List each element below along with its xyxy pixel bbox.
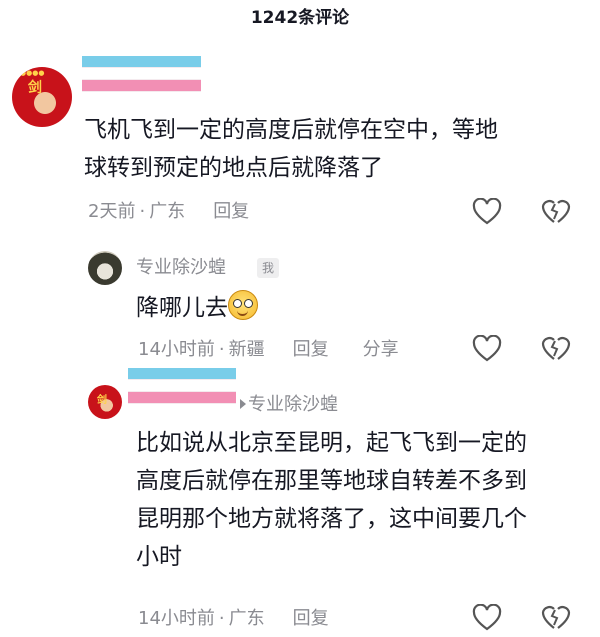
broken-heart-icon[interactable] xyxy=(541,198,571,226)
broken-heart-icon[interactable] xyxy=(541,335,571,363)
comment-location: 广东 xyxy=(228,608,265,629)
comment-location: 新疆 xyxy=(228,339,265,360)
heart-icon[interactable] xyxy=(472,335,502,363)
username-redacted-mask xyxy=(82,56,201,102)
broken-heart-icon[interactable] xyxy=(541,604,571,632)
heart-icon[interactable] xyxy=(472,604,502,632)
reply-arrow-icon xyxy=(240,399,246,409)
author-tag: 我 xyxy=(257,258,280,278)
reply-button[interactable]: 回复 xyxy=(293,339,329,360)
reply-button[interactable]: 回复 xyxy=(293,608,329,629)
comment-time: 14小时前 xyxy=(138,608,215,629)
comments-count-title: 1242条评论 xyxy=(250,8,350,28)
share-button[interactable]: 分享 xyxy=(363,339,399,360)
comment-meta: 14小时前 · 新疆 回复 分享 xyxy=(138,339,399,360)
comment-time: 14小时前 xyxy=(138,339,215,360)
comment-text: 飞机飞到一定的高度后就停在空中，等地 球转到预定的地点后就降落了 xyxy=(84,117,498,181)
reply-button[interactable]: 回复 xyxy=(213,201,249,222)
avatar[interactable]: ●●●● 剑 xyxy=(12,67,72,127)
comment-location: 广东 xyxy=(149,201,186,222)
username[interactable]: 专业除沙蝗 xyxy=(136,256,226,280)
username-redacted-mask xyxy=(128,368,236,412)
smile-emoji-icon xyxy=(228,290,258,320)
heart-icon[interactable] xyxy=(472,198,502,226)
comment-meta: 14小时前 · 广东 回复 xyxy=(138,608,329,629)
comment-text: 降哪儿去 xyxy=(136,289,258,327)
avatar[interactable] xyxy=(88,251,122,285)
comment-meta: 2天前 · 广东 回复 xyxy=(88,201,250,222)
avatar[interactable]: 剑 xyxy=(88,385,122,419)
comment-time: 2天前 xyxy=(88,201,136,222)
reply-to-username[interactable]: 专业除沙蝗 xyxy=(248,393,338,417)
comment-text: 比如说从北京至昆明，起飞飞到一定的 高度后就停在那里等地球自转差不多到 昆明那个… xyxy=(136,430,527,570)
